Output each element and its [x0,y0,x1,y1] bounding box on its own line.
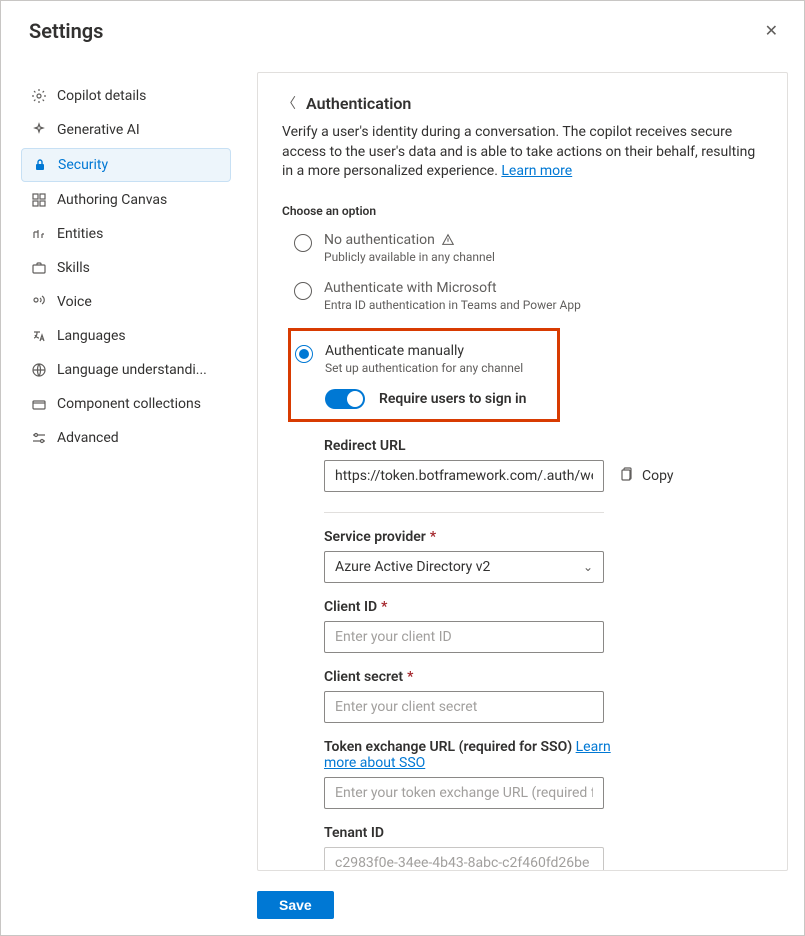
option-title: No authentication [324,232,435,248]
page-title: Settings [29,19,759,43]
client-id-input[interactable] [324,621,604,653]
section-title: Authentication [306,94,411,113]
sidebar-item-label: Authoring Canvas [57,192,167,208]
token-exchange-field: Token exchange URL (required for SSO) Le… [324,739,753,809]
sidebar-item-languages[interactable]: Languages [21,320,231,352]
settings-header: Settings ✕ [1,1,804,60]
briefcase-icon [31,260,47,276]
sidebar-item-label: Advanced [57,430,119,446]
client-id-label: Client ID [324,599,377,615]
choose-option-label: Choose an option [282,204,763,218]
redirect-url-label: Redirect URL [324,438,753,454]
toggle-label: Require users to sign in [379,391,526,407]
client-secret-input[interactable] [324,691,604,723]
warning-icon [441,233,455,247]
redirect-url-field: Redirect URL Copy [324,438,753,492]
service-provider-field: Service provider * Azure Active Director… [324,529,753,583]
required-marker: * [381,599,387,615]
sidebar-item-label: Voice [57,294,92,310]
service-provider-label: Service provider [324,529,426,545]
settings-sidebar: Copilot details Generative AI Security A… [21,60,231,881]
client-secret-label: Client secret [324,669,403,685]
tenant-id-input [324,847,604,871]
back-icon[interactable]: 〈 [282,93,296,113]
copy-label: Copy [642,468,674,484]
client-secret-field: Client secret * [324,669,753,723]
sidebar-item-label: Security [58,157,108,173]
option-sub: Publicly available in any channel [324,250,495,264]
option-title: Authenticate with Microsoft [324,280,581,296]
token-exchange-label: Token exchange URL (required for SSO) [324,739,572,755]
sidebar-item-generative-ai[interactable]: Generative AI [21,114,231,146]
tenant-id-label: Tenant ID [324,825,753,841]
sidebar-item-advanced[interactable]: Advanced [21,422,231,454]
sidebar-item-security[interactable]: Security [21,148,231,182]
globe-icon [31,362,47,378]
sidebar-item-skills[interactable]: Skills [21,252,231,284]
option-sub: Set up authentication for any channel [325,361,523,375]
client-id-field: Client ID * [324,599,753,653]
tenant-id-field: Tenant ID [324,825,753,871]
radio-icon[interactable] [295,345,313,363]
require-signin-toggle[interactable] [325,389,365,409]
option-no-authentication[interactable]: No authentication Publicly available in … [294,226,763,274]
main-panel: 〈 Authentication Verify a user's identit… [257,72,788,871]
redirect-url-input[interactable] [324,460,604,492]
option-title: Authenticate manually [325,343,523,359]
box-icon [31,396,47,412]
sidebar-item-copilot-details[interactable]: Copilot details [21,80,231,112]
grid-icon [31,192,47,208]
sidebar-item-authoring-canvas[interactable]: Authoring Canvas [21,184,231,216]
sidebar-item-label: Skills [57,260,90,276]
lock-icon [32,157,48,173]
footer: Save [1,881,804,935]
require-signin-row: Require users to sign in [295,389,549,409]
save-button[interactable]: Save [257,891,334,919]
sidebar-item-label: Languages [57,328,126,344]
required-marker: * [407,669,413,685]
sparkle-icon [31,122,47,138]
entities-icon [31,226,47,242]
sidebar-item-voice[interactable]: Voice [21,286,231,318]
select-value: Azure Active Directory v2 [335,559,490,575]
copy-icon [618,466,634,486]
sidebar-item-label: Component collections [57,396,201,412]
sidebar-item-component-collections[interactable]: Component collections [21,388,231,420]
token-exchange-input[interactable] [324,777,604,809]
language-icon [31,328,47,344]
sidebar-item-label: Language understandi... [57,362,207,378]
highlight-box: Authenticate manually Set up authenticat… [288,328,560,422]
section-description: Verify a user's identity during a conver… [282,123,763,182]
sidebar-item-language-understanding[interactable]: Language understandi... [21,354,231,386]
learn-more-link[interactable]: Learn more [501,163,572,179]
option-authenticate-microsoft[interactable]: Authenticate with Microsoft Entra ID aut… [294,274,763,322]
sidebar-item-entities[interactable]: Entities [21,218,231,250]
sidebar-item-label: Generative AI [57,122,140,138]
service-provider-select[interactable]: Azure Active Directory v2 ⌄ [324,551,604,583]
radio-icon[interactable] [294,234,312,252]
main-head: 〈 Authentication [282,93,763,113]
copy-button[interactable]: Copy [618,466,674,486]
radio-icon[interactable] [294,282,312,300]
body: Copilot details Generative AI Security A… [1,60,804,881]
close-icon[interactable]: ✕ [759,17,784,44]
separator [324,512,604,513]
chevron-down-icon: ⌄ [583,560,593,574]
sidebar-item-label: Entities [57,226,103,242]
option-authenticate-manually[interactable]: Authenticate manually Set up authenticat… [295,337,549,375]
sliders-icon [31,430,47,446]
voice-icon [31,294,47,310]
auth-options: No authentication Publicly available in … [282,226,763,871]
sidebar-item-label: Copilot details [57,88,146,104]
option-sub: Entra ID authentication in Teams and Pow… [324,298,581,312]
auth-form: Redirect URL Copy Service [294,438,763,871]
gear-icon [31,88,47,104]
required-marker: * [430,529,436,545]
